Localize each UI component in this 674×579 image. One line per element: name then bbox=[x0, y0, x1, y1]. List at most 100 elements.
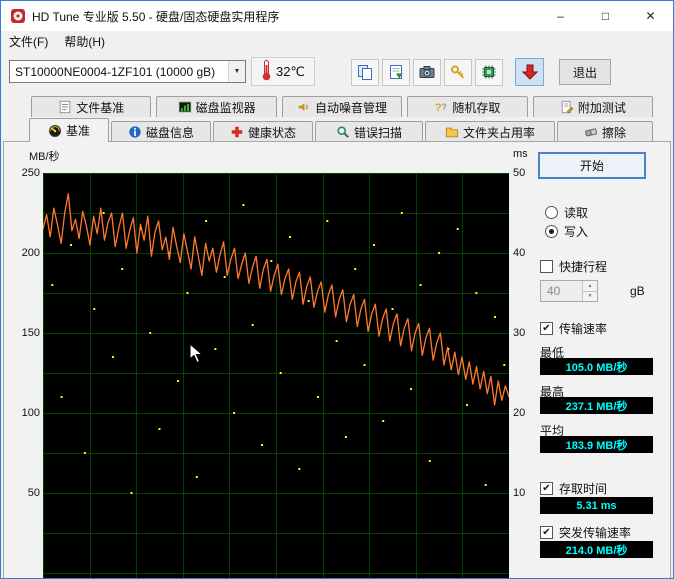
y-tick-right-40: 40 bbox=[513, 247, 540, 259]
disk-monitor-icon bbox=[178, 100, 192, 114]
maximize-button[interactable]: □ bbox=[583, 1, 628, 31]
question-marks-icon: ?? bbox=[434, 100, 448, 114]
short-stroke-label: 快捷行程 bbox=[559, 258, 607, 275]
stepper-up-icon[interactable] bbox=[583, 281, 597, 292]
document-pencil-icon bbox=[560, 100, 574, 114]
drive-select[interactable]: ST10000NE0004-1ZF101 (10000 gB) bbox=[9, 60, 246, 83]
tab-disk-info[interactable]: 磁盘信息 bbox=[111, 121, 211, 142]
burst-rate-display: 214.0 MB/秒 bbox=[540, 541, 653, 558]
tab-file-benchmark[interactable]: 文件基准 bbox=[31, 96, 151, 117]
y-tick-right-20: 20 bbox=[513, 407, 540, 419]
access-time-label: 存取时间 bbox=[559, 480, 607, 497]
y-tick-left-200: 200 bbox=[13, 247, 40, 259]
short-stroke-unit-label: gB bbox=[630, 284, 645, 298]
avg-speed-display: 183.9 MB/秒 bbox=[540, 436, 653, 453]
chip-button[interactable] bbox=[475, 59, 503, 86]
drive-select-value: ST10000NE0004-1ZF101 (10000 gB) bbox=[15, 65, 228, 79]
start-button[interactable]: 开始 bbox=[538, 152, 646, 179]
tab-random-access[interactable]: ?? 随机存取 bbox=[407, 96, 527, 117]
burst-rate-checkbox[interactable]: 突发传输速率 bbox=[540, 524, 631, 541]
y-tick-left-250: 250 bbox=[13, 167, 40, 179]
transfer-rate-checkbox[interactable]: 传输速率 bbox=[540, 320, 607, 337]
thermometer-icon bbox=[261, 59, 272, 84]
copy-image-button[interactable] bbox=[351, 59, 379, 86]
chevron-down-icon[interactable] bbox=[228, 61, 245, 82]
red-down-arrow-icon bbox=[521, 63, 539, 81]
menubar: 文件(F) 帮助(H) bbox=[1, 31, 673, 52]
exit-button[interactable]: 退出 bbox=[559, 59, 611, 85]
y-axis-right-ticks: 50 40 30 20 10 bbox=[513, 167, 540, 507]
minimize-button[interactable]: – bbox=[538, 1, 583, 31]
access-time-checkbox[interactable]: 存取时间 bbox=[540, 480, 607, 497]
radio-circle bbox=[545, 206, 558, 219]
menu-file[interactable]: 文件(F) bbox=[1, 31, 56, 52]
mouse-cursor bbox=[189, 343, 205, 370]
file-benchmark-icon bbox=[58, 100, 72, 114]
copy-text-button[interactable] bbox=[382, 59, 410, 86]
y-tick-right-10: 10 bbox=[513, 487, 540, 499]
tab-health[interactable]: 健康状态 bbox=[213, 121, 313, 142]
checkbox-box bbox=[540, 482, 553, 495]
hdtune-window: HD Tune 专业版 5.50 - 硬盘/固态硬盘实用程序 – □ ✕ 文件(… bbox=[0, 0, 674, 579]
y-tick-left-150: 150 bbox=[13, 327, 40, 339]
y-tick-left-50: 50 bbox=[13, 487, 40, 499]
short-stroke-size-stepper[interactable]: 40 bbox=[540, 280, 598, 302]
read-radio[interactable]: 读取 bbox=[545, 204, 588, 221]
tab-label: 自动噪音管理 bbox=[315, 99, 387, 116]
tab-label: 磁盘信息 bbox=[146, 124, 194, 141]
tab-label: 基准 bbox=[66, 122, 90, 139]
write-radio[interactable]: 写入 bbox=[545, 223, 588, 240]
copy-text-icon bbox=[388, 64, 404, 80]
tab-benchmark[interactable]: 基准 bbox=[29, 118, 109, 142]
max-speed-display: 237.1 MB/秒 bbox=[540, 397, 653, 414]
y-tick-left-100: 100 bbox=[13, 407, 40, 419]
tab-folder-usage[interactable]: 文件夹占用率 bbox=[425, 121, 555, 142]
tab-label: 文件基准 bbox=[76, 99, 124, 116]
folder-icon bbox=[445, 125, 459, 139]
short-stroke-size-value: 40 bbox=[541, 281, 582, 301]
window-controls: – □ ✕ bbox=[538, 1, 673, 31]
tab-erase[interactable]: 擦除 bbox=[557, 121, 653, 142]
info-icon bbox=[128, 125, 142, 139]
copy-image-icon bbox=[357, 64, 373, 80]
burst-rate-label: 突发传输速率 bbox=[559, 524, 631, 541]
toolbar-buttons: 退出 bbox=[351, 58, 611, 86]
radio-circle bbox=[545, 225, 558, 238]
eject-drive-button[interactable] bbox=[515, 58, 544, 86]
tab-label: 擦除 bbox=[602, 124, 626, 141]
tab-label: 错误扫描 bbox=[354, 124, 402, 141]
temperature-indicator: 32℃ bbox=[251, 57, 315, 86]
speaker-icon bbox=[297, 100, 311, 114]
tab-row-secondary: 文件基准 磁盘监视器 自动噪音管理 ?? 随机存取 附加测试 bbox=[31, 96, 653, 117]
close-button[interactable]: ✕ bbox=[628, 1, 673, 31]
y-axis-left-label: MB/秒 bbox=[29, 148, 60, 164]
screenshot-button[interactable] bbox=[413, 59, 441, 86]
stepper-down-icon[interactable] bbox=[583, 292, 597, 302]
tab-row-primary: 基准 磁盘信息 健康状态 错误扫描 文件夹占用率 擦除 bbox=[29, 118, 659, 142]
y-axis-right-label: ms bbox=[513, 148, 528, 160]
checkbox-box bbox=[540, 322, 553, 335]
tab-disk-monitor[interactable]: 磁盘监视器 bbox=[156, 96, 276, 117]
eraser-icon bbox=[584, 125, 598, 139]
keys-button[interactable] bbox=[444, 59, 472, 86]
read-radio-label: 读取 bbox=[564, 204, 588, 221]
svg-text:?: ? bbox=[442, 102, 447, 112]
tab-aam[interactable]: 自动噪音管理 bbox=[282, 96, 402, 117]
red-cross-icon bbox=[230, 125, 244, 139]
tab-error-scan[interactable]: 错误扫描 bbox=[315, 121, 423, 142]
short-stroke-checkbox[interactable]: 快捷行程 bbox=[540, 258, 607, 275]
tab-label: 附加测试 bbox=[578, 99, 626, 116]
y-tick-right-50: 50 bbox=[513, 167, 540, 179]
stepper-arrows[interactable] bbox=[582, 281, 597, 301]
chip-icon bbox=[481, 64, 497, 80]
keys-icon bbox=[450, 64, 466, 80]
gauge-icon bbox=[48, 124, 62, 138]
app-icon bbox=[10, 8, 26, 24]
toolbar: ST10000NE0004-1ZF101 (10000 gB) 32℃ bbox=[1, 52, 673, 94]
y-tick-right-30: 30 bbox=[513, 327, 540, 339]
checkbox-box bbox=[540, 526, 553, 539]
menu-help[interactable]: 帮助(H) bbox=[56, 31, 113, 52]
benchmark-chart bbox=[43, 173, 509, 579]
camera-icon bbox=[419, 64, 435, 80]
tab-extra-tests[interactable]: 附加测试 bbox=[533, 96, 653, 117]
